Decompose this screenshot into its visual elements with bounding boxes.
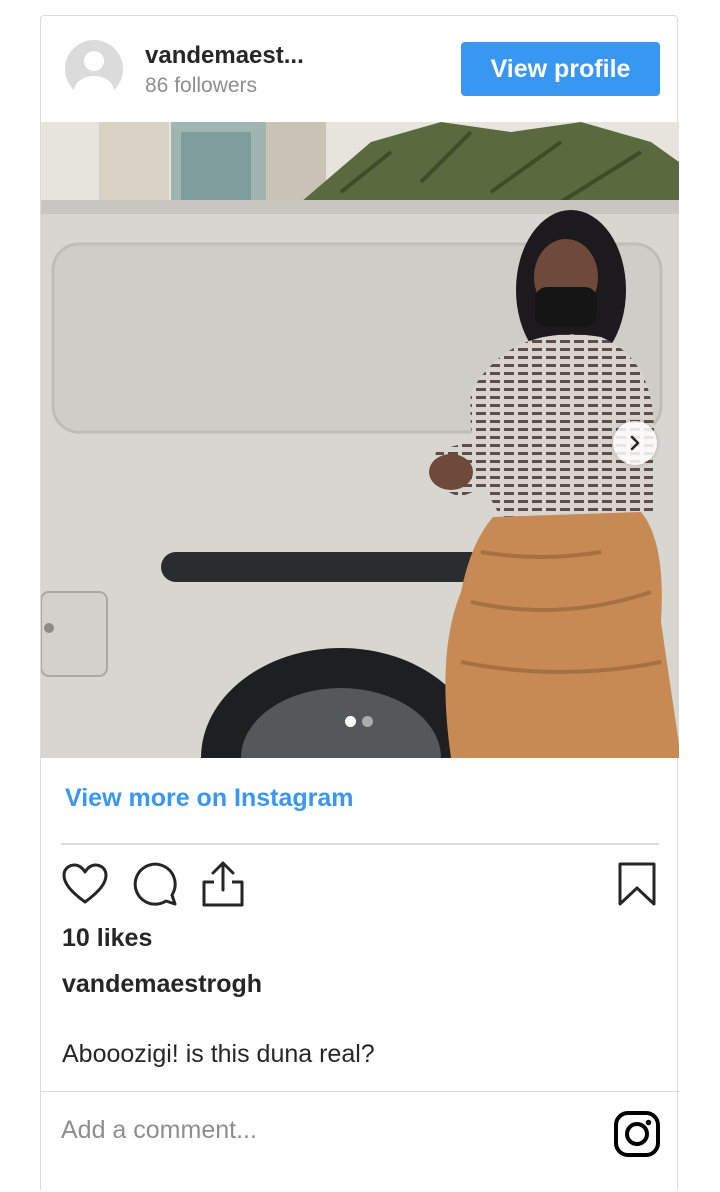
comment-icon[interactable]	[131, 860, 179, 908]
username[interactable]: vandemaest...	[145, 42, 304, 70]
instagram-embed-card: vandemaest... 86 followers View profile	[40, 15, 679, 1192]
comment-input[interactable]	[61, 1110, 561, 1150]
avatar-shoulders	[74, 76, 114, 98]
post-caption: Abooozigi! is this duna real?	[62, 1040, 375, 1068]
chevron-right-icon[interactable]	[613, 421, 657, 465]
avatar-head	[84, 51, 104, 71]
action-bar	[61, 860, 659, 908]
default-avatar-icon[interactable]	[65, 40, 123, 98]
like-count[interactable]: 10 likes	[62, 924, 152, 953]
follower-count: 86 followers	[145, 74, 258, 97]
post-image[interactable]	[41, 122, 679, 758]
view-more-link[interactable]: View more on Instagram	[65, 784, 354, 813]
view-profile-button[interactable]: View profile	[461, 42, 660, 96]
carousel-dot-active	[345, 716, 356, 727]
bookmark-icon[interactable]	[613, 860, 661, 908]
chevron-right-glyph	[630, 435, 640, 451]
instagram-icon[interactable]	[613, 1110, 661, 1158]
divider	[61, 843, 659, 845]
post-owner-username[interactable]: vandemaestrogh	[62, 970, 262, 999]
photo-illustration	[41, 122, 679, 758]
heart-icon[interactable]	[61, 860, 109, 908]
share-icon[interactable]	[199, 860, 247, 908]
carousel-indicator	[345, 716, 373, 727]
comment-bar	[41, 1091, 679, 1192]
carousel-dot	[362, 716, 373, 727]
post-header: vandemaest... 86 followers View profile	[41, 16, 679, 122]
